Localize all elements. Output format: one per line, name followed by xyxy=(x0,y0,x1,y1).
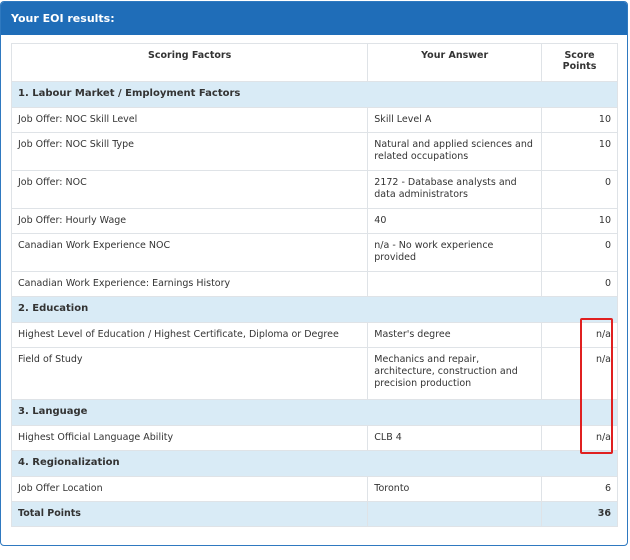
section-row: 4. Regionalization xyxy=(11,450,618,477)
factor-cell: Highest Official Language Ability xyxy=(10,425,369,451)
factor-cell: Job Offer: NOC xyxy=(10,170,369,209)
section-row: 2. Education xyxy=(11,296,618,323)
section-title: 3. Language xyxy=(11,399,618,426)
panel-title: Your EOI results: xyxy=(1,2,627,35)
factor-cell: Job Offer: Hourly Wage xyxy=(10,208,369,234)
score-cell: 10 xyxy=(541,208,618,234)
answer-cell: Toronto xyxy=(367,476,543,502)
total-row: Total Points 36 xyxy=(10,501,618,527)
table-row: Job Offer: NOC Skill Type Natural and app… xyxy=(10,132,618,171)
answer-cell xyxy=(367,271,543,297)
score-highlight-box xyxy=(580,318,613,454)
eoi-results-table: Scoring Factors Your Answer Score Points… xyxy=(10,43,618,527)
table-row: Canadian Work Experience NOC n/a - No wor… xyxy=(10,233,618,272)
score-cell: 0 xyxy=(541,271,618,297)
table-row: Highest Level of Education / Highest Cer… xyxy=(10,322,618,348)
answer-cell: 2172 - Database analysts and data admini… xyxy=(367,170,543,209)
section-row: 3. Language xyxy=(11,399,618,426)
answer-cell: Natural and applied sciences and related… xyxy=(367,132,543,171)
header-your-answer: Your Answer xyxy=(367,43,543,82)
total-empty-cell xyxy=(367,501,543,527)
header-scoring-factors: Scoring Factors xyxy=(10,43,369,82)
table-header-row: Scoring Factors Your Answer Score Points xyxy=(10,43,618,82)
factor-cell: Canadian Work Experience NOC xyxy=(10,233,369,272)
table-row: Job Offer: NOC 2172 - Database analysts a… xyxy=(10,170,618,209)
section-title: 4. Regionalization xyxy=(11,450,618,477)
factor-cell: Job Offer: NOC Skill Type xyxy=(10,132,369,171)
table-row: Job Offer: NOC Skill Level Skill Level A1… xyxy=(10,107,618,133)
answer-cell: CLB 4 xyxy=(367,425,543,451)
score-cell: 0 xyxy=(541,170,618,209)
answer-cell: 40 xyxy=(367,208,543,234)
score-cell: 6 xyxy=(541,476,618,502)
total-score: 36 xyxy=(541,501,618,527)
answer-cell: Skill Level A xyxy=(367,107,543,133)
table-row: Canadian Work Experience: Earnings Histo… xyxy=(10,271,618,297)
section-row: 1. Labour Market / Employment Factors xyxy=(11,81,618,108)
answer-cell: Master's degree xyxy=(367,322,543,348)
factor-cell: Canadian Work Experience: Earnings Histo… xyxy=(10,271,369,297)
score-cell: 10 xyxy=(541,107,618,133)
table-row: Field of Study Mechanics and repair, arch… xyxy=(10,347,618,400)
total-label: Total Points xyxy=(10,501,369,527)
factor-cell: Highest Level of Education / Highest Cer… xyxy=(10,322,369,348)
section-title: 2. Education xyxy=(11,296,618,323)
factor-cell: Job Offer Location xyxy=(10,476,369,502)
section-title: 1. Labour Market / Employment Factors xyxy=(11,81,618,108)
score-cell: 0 xyxy=(541,233,618,272)
answer-cell: n/a - No work experience provided xyxy=(367,233,543,272)
score-cell: 10 xyxy=(541,132,618,171)
factor-cell: Field of Study xyxy=(10,347,369,400)
table-row: Highest Official Language Ability CLB 4 n/… xyxy=(10,425,618,451)
table-row: Job Offer Location Toronto 6 xyxy=(10,476,618,502)
table-row: Job Offer: Hourly Wage 40 10 xyxy=(10,208,618,234)
factor-cell: Job Offer: NOC Skill Level xyxy=(10,107,369,133)
header-score-points: Score Points xyxy=(541,43,618,82)
answer-cell: Mechanics and repair, architecture, cons… xyxy=(367,347,543,400)
